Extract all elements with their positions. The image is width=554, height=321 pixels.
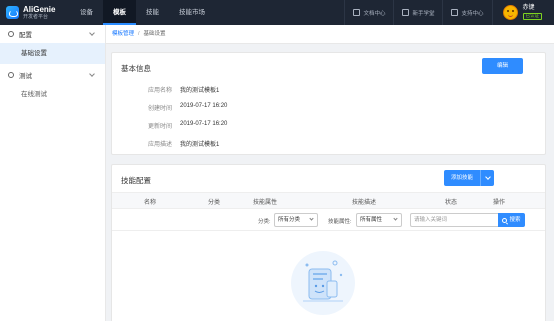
chevron-down-icon — [89, 30, 95, 36]
document-icon — [353, 9, 361, 16]
attribute-filter-label: 技能属性: — [328, 219, 352, 225]
logo-title: AliGenie — [23, 4, 56, 14]
breadcrumb: 模板管理 / 基础设置 — [106, 25, 554, 44]
aligenie-logo-icon — [6, 6, 19, 19]
breadcrumb-current: 基础设置 — [143, 31, 166, 37]
sidebar-group-label: 测试 — [19, 73, 32, 80]
search-icon — [502, 217, 508, 223]
info-value: 2019-07-17 16:20 — [180, 103, 228, 109]
settings-icon — [8, 31, 14, 37]
basic-info-card: 基本信息 编辑 应用名称 我的测试模板1 创建时间 2019-07-17 16:… — [111, 52, 546, 155]
chevron-down-icon[interactable] — [480, 170, 494, 186]
info-value: 我的测试模板1 — [180, 88, 220, 94]
column-header-actions: 操作 — [493, 200, 506, 206]
logo-subtitle: 开发者平台 — [23, 13, 49, 20]
top-bar: AliGenie 开发者平台 设备 模板 技能 技能市场 文档中心 新手学堂 支… — [0, 0, 554, 25]
logo[interactable]: AliGenie 开发者平台 — [0, 4, 66, 20]
category-select[interactable]: 所有分类 — [274, 213, 318, 227]
newbie-link-label: 新手学堂 — [412, 10, 435, 17]
user-name: 赤键 — [522, 5, 535, 12]
info-label: 应用名称 — [147, 88, 172, 94]
info-value: 我的测试模板1 — [180, 142, 220, 148]
search-input[interactable] — [410, 213, 498, 227]
breadcrumb-parent[interactable]: 模板管理 — [112, 31, 134, 37]
info-value: 2019-07-17 16:20 — [180, 121, 228, 127]
edit-button[interactable]: 编辑 — [482, 58, 523, 74]
add-skill-button[interactable]: 添加技能 — [444, 170, 494, 186]
info-row-created: 创建时间 2019-07-17 16:20 — [112, 103, 227, 112]
docs-link[interactable]: 文档中心 — [344, 0, 393, 25]
avatar[interactable] — [502, 5, 518, 20]
filter-row: 分类: 所有分类 技能属性: 所有属性 搜索 — [112, 209, 545, 231]
category-select-value: 所有分类 — [278, 217, 301, 223]
sidebar-group-config[interactable]: 配置 — [0, 25, 105, 43]
support-link[interactable]: 支持中心 — [442, 0, 491, 25]
column-header-status: 状态 — [445, 200, 458, 206]
nav-skill-market[interactable]: 技能市场 — [169, 0, 215, 25]
main-content: 模板管理 / 基础设置 基本信息 编辑 应用名称 我的测试模板1 创建时间 2019… — [106, 25, 554, 321]
skill-config-title: 技能配置 — [121, 176, 151, 185]
support-link-label: 支持中心 — [461, 10, 484, 17]
info-label: 应用描述 — [147, 142, 172, 148]
nav-templates[interactable]: 模板 — [103, 0, 136, 25]
docs-link-label: 文档中心 — [363, 10, 386, 17]
chevron-down-icon — [89, 71, 95, 77]
info-row-name: 应用名称 我的测试模板1 — [112, 85, 219, 94]
newbie-link[interactable]: 新手学堂 — [393, 0, 442, 25]
category-filter-label: 分类: — [258, 219, 271, 225]
sidebar-group-label: 配置 — [19, 32, 32, 39]
search-button[interactable]: 搜索 — [498, 213, 525, 227]
info-row-description: 应用描述 我的测试模板1 — [112, 139, 219, 148]
chevron-down-icon — [393, 216, 398, 221]
sidebar-item-online-test[interactable]: 在线测试 — [0, 84, 105, 105]
support-icon — [451, 9, 459, 16]
nav-skills[interactable]: 技能 — [136, 0, 169, 25]
sidebar-group-test[interactable]: 测试 — [0, 66, 105, 84]
chevron-down-icon — [309, 216, 314, 221]
column-header-category: 分类 — [208, 200, 221, 206]
user-menu[interactable]: 赤键 已认证 — [491, 0, 554, 25]
basic-info-title: 基本信息 — [121, 64, 151, 73]
sidebar: 配置 基础设置 测试 在线测试 — [0, 25, 106, 321]
column-header-description: 技能描述 — [352, 200, 377, 206]
column-header-name: 名称 — [144, 200, 157, 206]
skill-config-card: 技能配置 添加技能 名称 分类 技能属性 技能描述 状态 操作 分类: 所有分类… — [111, 164, 546, 321]
main-nav: 设备 模板 技能 技能市场 — [70, 0, 215, 25]
attribute-select-value: 所有属性 — [360, 217, 383, 223]
verified-badge: 已认证 — [522, 13, 542, 20]
table-header: 名称 分类 技能属性 技能描述 状态 操作 — [112, 192, 545, 209]
info-label: 更新时间 — [147, 124, 172, 130]
nav-devices[interactable]: 设备 — [70, 0, 103, 25]
empty-state-icon — [291, 251, 355, 315]
column-header-attribute: 技能属性 — [253, 200, 278, 206]
attribute-select[interactable]: 所有属性 — [356, 213, 402, 227]
test-icon — [8, 72, 14, 78]
info-row-updated: 更新时间 2019-07-17 16:20 — [112, 121, 227, 130]
search-button-label: 搜索 — [509, 217, 521, 223]
school-icon — [402, 9, 410, 16]
sidebar-item-basic-settings[interactable]: 基础设置 — [0, 43, 105, 64]
add-skill-label: 添加技能 — [450, 175, 473, 181]
info-label: 创建时间 — [147, 106, 172, 112]
